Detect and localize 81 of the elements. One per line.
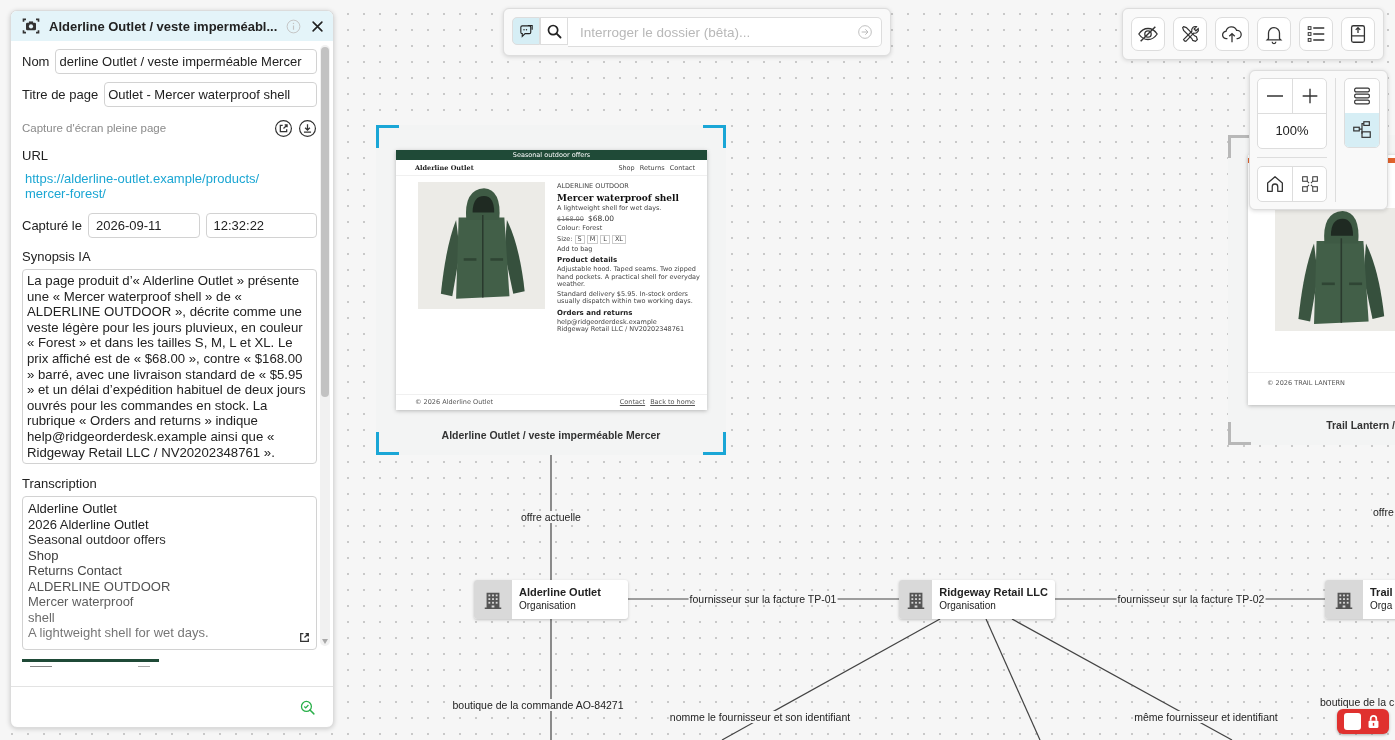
edge-label: boutique de la c: [1319, 696, 1395, 708]
organisation-name: Alderline Outlet: [519, 586, 601, 598]
section-label: Synopsis IA: [22, 249, 92, 264]
upload-button[interactable]: [1215, 17, 1249, 51]
transcription-line: Shop: [28, 547, 60, 564]
synopsis-text[interactable]: La page produit d’« Alderline Outlet » présente une « Mercer waterproof shell » de « ALDERLINE OUTDOOR », décrite comme une veste légère pour les jours pluvieux, en couleur « Forest » et dans les tailles S, M, L et XL. Le prix affiché est de « $68.00 », contre « $168.00 » barré, avec une livraison standard de « $5.95 » et un délai d’expédition habituel de deux jours ouvrés pour les commandes en stock. La rubrique « Orders and returns » indique help@ridgeorderdesk.example ainsi que « Ridgeway Retail LLC / NV20202348761 ».: [22, 269, 317, 465]
minus-icon: [1266, 94, 1284, 98]
share-icon: [273, 118, 293, 138]
hide-button[interactable]: [1131, 17, 1165, 51]
tools-icon: [1179, 23, 1201, 45]
panel-title: Alderline Outlet / veste imperméabl...: [49, 18, 278, 34]
camera-icon: [21, 16, 41, 36]
selection-corner: [1228, 422, 1251, 445]
open-button[interactable]: [298, 631, 311, 645]
transcription-line: shell: [28, 609, 56, 626]
tools-button[interactable]: [1173, 17, 1207, 51]
transcription-line: Seasonal outdoor offers: [28, 532, 167, 548]
selection-corner: [376, 432, 399, 455]
text-field[interactable]: derline Outlet / veste imperméable Mercer: [55, 49, 317, 74]
organisation-type: Organisation: [939, 600, 997, 611]
search-mode-button[interactable]: [540, 17, 568, 45]
download-icon: [297, 118, 317, 138]
cloud-upload-icon: [1221, 23, 1243, 45]
transcription-line: ALDERLINE OUTDOOR: [28, 578, 172, 595]
chat-mode-button[interactable]: [512, 17, 540, 45]
open-button[interactable]: [273, 118, 293, 138]
checklist-icon: [1305, 23, 1327, 45]
transcription-line: Returns Contact: [28, 563, 123, 579]
selection-corner: [703, 125, 726, 148]
selection-corner: [376, 125, 399, 148]
close-icon: [310, 18, 326, 34]
date-field[interactable]: 2026-09-11: [88, 213, 200, 238]
home-icon: [1264, 173, 1286, 195]
transcription-line: 2026 Alderline Outlet: [28, 516, 150, 533]
organisation-type: Orga: [1370, 600, 1393, 611]
download-button[interactable]: [297, 118, 317, 138]
search-check-icon: [298, 698, 316, 716]
checklist-button[interactable]: [1299, 17, 1333, 51]
organisation-node[interactable]: Ridgeway Retail LLC Organisation: [899, 580, 1055, 619]
edge-label: fournisseur sur la facture TP-01: [688, 593, 838, 605]
export-button[interactable]: [1341, 17, 1375, 51]
external-link-icon: [298, 631, 311, 645]
section-label: Capture d'écran pleine page: [22, 122, 168, 134]
product-title: Mercer waterproof shell: [557, 192, 680, 203]
info-icon: [285, 17, 303, 35]
node-label: Trail Lantern /: [1326, 419, 1395, 431]
chat-icon: [517, 22, 535, 40]
edge-label: nomme le fournisseur et son identifiant: [668, 711, 852, 723]
notifications-button[interactable]: [1257, 17, 1291, 51]
organisation-name: Trail: [1370, 586, 1393, 598]
organisation-name: Ridgeway Retail LLC: [939, 586, 1048, 598]
edge-label: fournisseur sur la facture TP-02: [1116, 593, 1266, 605]
field-label: Nom: [22, 54, 50, 69]
eye-off-icon: [1137, 23, 1159, 45]
tree-view-icon: [1351, 119, 1373, 141]
transcription-box[interactable]: Alderline Outlet 2026 Alderline Outlet Seasonal outdoor offers Shop Returns Contact ALDERLINE OUTDOOR Mercer waterproof shell A lightweight shell for wet days.: [22, 496, 317, 651]
section-label: URL: [22, 148, 49, 163]
section-label: Transcription: [22, 476, 98, 492]
transcription-line: A lightweight shell for wet days.: [28, 625, 210, 641]
edge-label: boutique de la commande AO-84271: [451, 699, 625, 711]
toggle-square: [1344, 713, 1361, 730]
search-icon: [545, 22, 563, 40]
edge-label: offre actuelle: [520, 511, 582, 523]
scrollbar[interactable]: [320, 45, 330, 646]
tree-view-button[interactable]: [1345, 113, 1379, 147]
organisation-node[interactable]: Alderline Outlet Organisation: [474, 580, 628, 619]
lock-button[interactable]: [1337, 709, 1389, 734]
edge-label: offre: [1372, 506, 1395, 518]
zoom-level: 100%: [1258, 113, 1326, 148]
organisation-type: Organisation: [519, 600, 577, 611]
list-view-icon: [1351, 85, 1373, 107]
organisation-node[interactable]: Trail Orga: [1325, 580, 1395, 619]
transcription-line: Mercer waterproof: [28, 594, 135, 610]
text-field[interactable]: Outlet - Mercer waterproof shell: [104, 82, 317, 107]
transcription-line: Alderline Outlet: [28, 501, 118, 517]
time-field[interactable]: 12:32:22: [205, 213, 317, 238]
selection-corner: [703, 432, 726, 455]
field-label: Titre de page: [22, 87, 99, 102]
node-label: Alderline Outlet / veste imperméable Mercer: [440, 429, 662, 441]
edge-label: même fournisseur et identifiant: [1133, 711, 1279, 723]
field-label: Capturé le: [22, 218, 82, 233]
